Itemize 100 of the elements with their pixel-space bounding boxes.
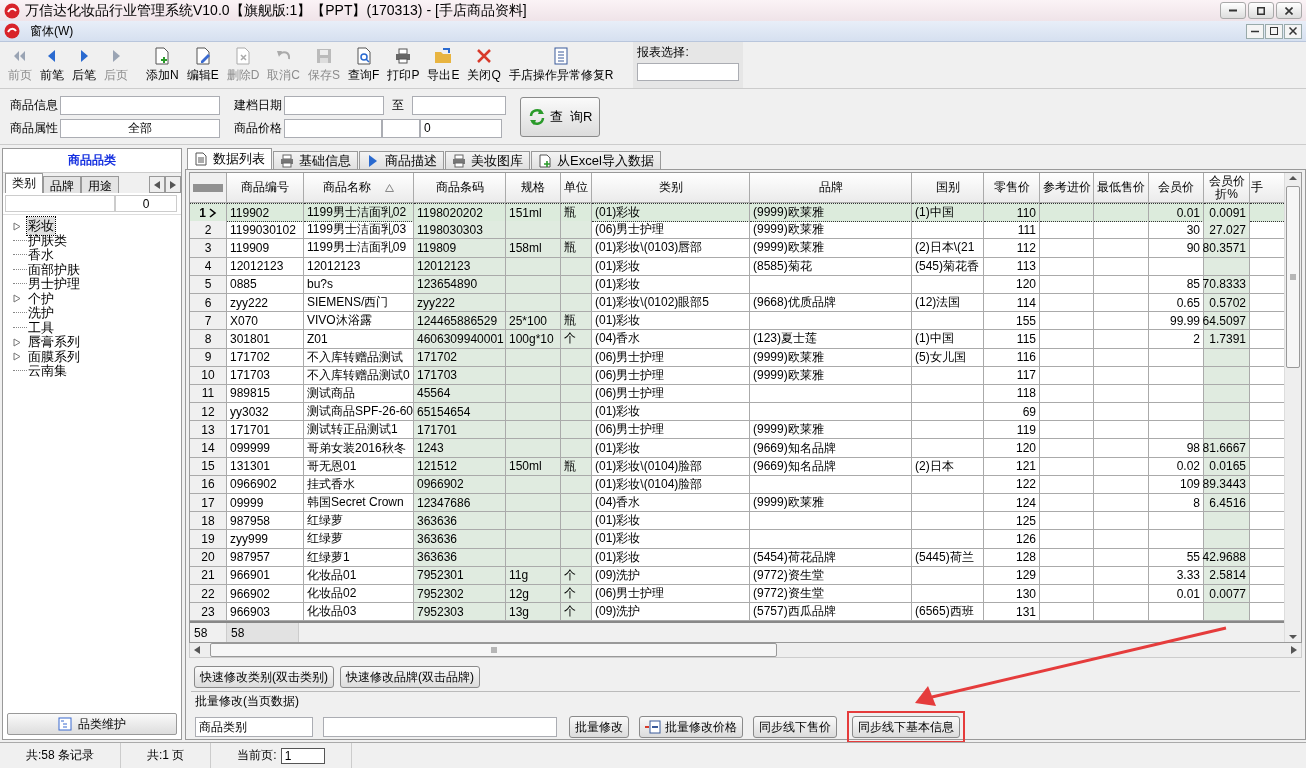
printer-icon [452, 153, 466, 168]
price-field[interactable] [382, 118, 420, 138]
tree-item[interactable]: 云南集 [27, 362, 68, 381]
report-select-field[interactable] [637, 63, 740, 81]
list-document-icon [552, 46, 571, 65]
folder-icon [434, 46, 453, 65]
magnifier-document-icon [354, 46, 373, 65]
table-cell: (545)菊花香 [912, 257, 984, 276]
table-cell: (5454)荷花品牌 [750, 548, 912, 567]
table-cell: (9999)欧莱雅 [750, 239, 912, 258]
expand-icon[interactable] [13, 337, 21, 347]
table-cell: 瓶 [561, 239, 592, 258]
table-cell: 966901 [227, 566, 304, 585]
table-cell: (04)香水 [592, 330, 750, 349]
tab[interactable]: 从Excel导入数据 [531, 151, 661, 169]
toolbar-button[interactable]: 手店操作异常修复R [504, 46, 618, 84]
price-field[interactable]: 0 [420, 118, 502, 138]
toolbar-button[interactable]: 后笔 [68, 46, 100, 84]
table-cell: 112 [984, 239, 1040, 258]
category-field[interactable]: 商品类别 [195, 717, 313, 738]
menu-item[interactable]: 窗体(W) [26, 21, 78, 41]
table-cell: 116 [984, 348, 1040, 367]
toolbar-button[interactable]: 关闭Q [463, 46, 505, 84]
close-button[interactable] [1284, 23, 1302, 39]
toolbar-button[interactable]: 前笔 [36, 46, 68, 84]
table-cell: (01)彩妆 [592, 203, 750, 222]
grip-icon [1290, 274, 1296, 280]
toolbar-button[interactable]: 查询F [344, 46, 384, 84]
toolbar-button[interactable]: 添加N [142, 46, 183, 84]
start-date-field[interactable] [284, 95, 384, 115]
table-cell: (9999)欧莱雅 [750, 421, 912, 440]
batch-button[interactable]: 同步线下基本信息 [852, 716, 960, 739]
table-cell: 120 [984, 439, 1040, 458]
table-cell: (01)彩妆\(0103)唇部 [592, 239, 750, 258]
table-cell: 1198030303 [414, 221, 506, 240]
sidebar-tab[interactable]: 用途 [81, 176, 119, 193]
minimize-button[interactable] [1246, 23, 1264, 39]
tab[interactable]: 美妆图库 [445, 151, 530, 169]
table-cell: 0966902 [227, 475, 304, 494]
value-field[interactable] [323, 717, 557, 738]
row-number: 7 [190, 312, 227, 331]
table-cell: 124 [984, 494, 1040, 513]
batch-button[interactable]: 批量修改 [569, 716, 629, 739]
row-number: 14 [190, 439, 227, 458]
scroll-up-icon [1289, 173, 1297, 183]
table-cell: 128 [984, 548, 1040, 567]
table-cell: 69 [984, 403, 1040, 422]
toolbar-button[interactable]: 导出E [423, 46, 464, 84]
toolbar-button[interactable]: 编辑E [182, 46, 223, 84]
table-cell: zyy999 [227, 530, 304, 549]
scroll-left-button[interactable] [149, 176, 165, 193]
summary-cell: 58 [227, 623, 299, 643]
restore-button[interactable] [1265, 23, 1283, 39]
printer-icon [280, 153, 294, 168]
product-info-field[interactable] [60, 95, 220, 115]
quick-edit-button[interactable]: 快速修改品牌(双击品牌) [340, 666, 480, 689]
table-cell: 1199男士洁面乳02 [304, 203, 414, 222]
close-button[interactable] [1276, 2, 1302, 19]
batch-button[interactable]: 同步线下售价 [753, 716, 837, 739]
current-page-field[interactable]: 1 [280, 747, 325, 764]
expand-icon[interactable] [13, 294, 21, 304]
table-cell: (9999)欧莱雅 [750, 366, 912, 385]
table-cell: 113 [984, 257, 1040, 276]
expand-icon[interactable] [13, 352, 21, 362]
product-attribute-field[interactable]: 全部 [60, 118, 220, 138]
sidebar-tab[interactable]: 类别 [5, 173, 43, 193]
expand-icon[interactable] [13, 221, 21, 231]
table-cell: (06)男士护理 [592, 384, 750, 404]
count-field: 0 [115, 195, 177, 212]
price-field[interactable] [284, 118, 382, 138]
toolbar-button[interactable]: 打印P [383, 46, 424, 84]
table-cell: 6.4516 [1204, 494, 1250, 513]
horizontal-scrollbar[interactable] [189, 643, 1302, 659]
tab[interactable]: 基础信息 [273, 151, 358, 169]
table-cell: (9999)欧莱雅 [750, 494, 912, 513]
table-cell: (01)彩妆 [592, 530, 750, 549]
query-button[interactable]: 查 询R [520, 96, 600, 137]
table-cell: 80.3571 [1204, 239, 1250, 258]
sidebar-tab[interactable]: 品牌 [43, 176, 81, 193]
table-cell: 瓶 [561, 312, 592, 331]
search-field[interactable] [5, 195, 115, 212]
category-maintenance-button[interactable]: 品类维护 [7, 713, 177, 735]
caret-right-icon [170, 180, 176, 189]
table-cell: (01)彩妆 [592, 403, 750, 422]
page-count-status: 共:1 页 [121, 743, 212, 768]
quick-edit-button[interactable]: 快速修改类别(双击类别) [194, 666, 334, 689]
table-cell: 81.6667 [1204, 439, 1250, 458]
batch-button[interactable]: 批量修改价格 [639, 716, 743, 739]
table-cell: 171702 [227, 348, 304, 367]
tab[interactable]: 商品描述 [359, 151, 444, 169]
scroll-right-button[interactable] [165, 176, 181, 193]
end-date-field[interactable] [412, 95, 506, 115]
table-cell: (2)日本\(21 [912, 239, 984, 258]
tab[interactable]: 数据列表 [187, 148, 272, 169]
table-cell: 114 [984, 293, 1040, 313]
table-cell: (06)男士护理 [592, 221, 750, 240]
vertical-scrollbar[interactable] [1284, 173, 1301, 643]
restore-button[interactable] [1248, 2, 1274, 19]
close-icon [1289, 27, 1297, 35]
table-cell: 4606309940001 [414, 330, 506, 349]
